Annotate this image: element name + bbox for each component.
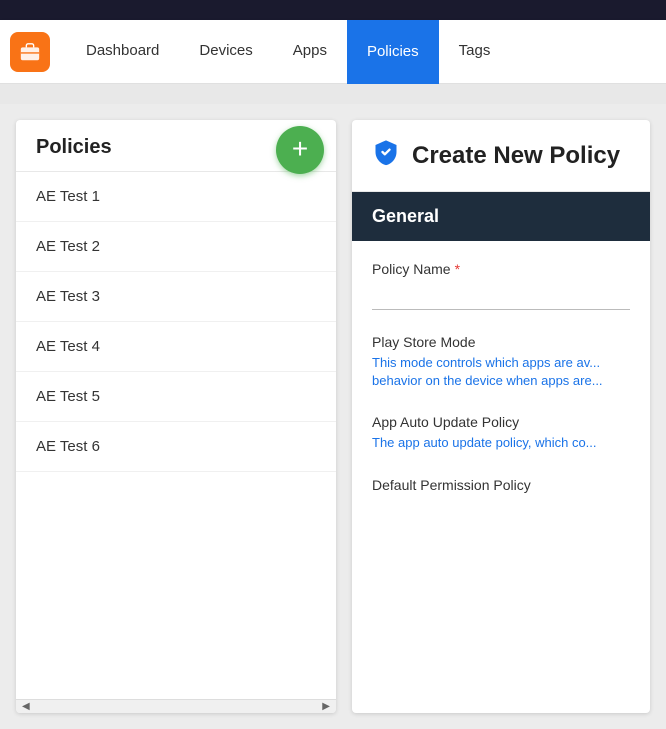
- policy-name-input[interactable]: [372, 281, 630, 310]
- horizontal-scrollbar[interactable]: ◀ ▶: [16, 699, 336, 713]
- nav-bar: Dashboard Devices Apps Policies Tags: [0, 20, 666, 84]
- policy-name-label: Policy Name *: [372, 261, 630, 277]
- policy-item-ae-test-4[interactable]: AE Test 4: [16, 322, 336, 372]
- nav-links: Dashboard Devices Apps Policies Tags: [66, 20, 510, 83]
- play-store-mode-label: Play Store Mode: [372, 334, 630, 350]
- policy-item-ae-test-1[interactable]: AE Test 1: [16, 172, 336, 222]
- general-section-header: General: [352, 192, 650, 241]
- policies-title: Policies: [36, 136, 112, 159]
- policies-panel: Policies + AE Test 1 AE Test 2 AE Test 3…: [16, 120, 336, 713]
- shield-icon: [372, 138, 400, 173]
- scroll-left-arrow[interactable]: ◀: [22, 701, 30, 712]
- policies-header: Policies +: [16, 120, 336, 172]
- plus-icon: +: [292, 135, 308, 163]
- nav-policies[interactable]: Policies: [347, 20, 439, 84]
- default-permission-field: Default Permission Policy: [372, 477, 630, 493]
- policy-item-ae-test-6[interactable]: AE Test 6: [16, 422, 336, 472]
- default-permission-label: Default Permission Policy: [372, 477, 630, 493]
- play-store-mode-description: This mode controls which apps are av...b…: [372, 354, 630, 390]
- sub-header: [0, 84, 666, 104]
- policy-name-field: Policy Name *: [372, 261, 630, 310]
- add-policy-button[interactable]: +: [276, 126, 324, 174]
- policy-item-ae-test-2[interactable]: AE Test 2: [16, 222, 336, 272]
- create-policy-panel: Create New Policy General Policy Name * …: [352, 120, 650, 713]
- nav-devices[interactable]: Devices: [179, 20, 272, 84]
- nav-dashboard[interactable]: Dashboard: [66, 20, 179, 84]
- policy-item-ae-test-5[interactable]: AE Test 5: [16, 372, 336, 422]
- scroll-right-arrow[interactable]: ▶: [322, 701, 330, 712]
- policy-item-ae-test-3[interactable]: AE Test 3: [16, 272, 336, 322]
- nav-logo[interactable]: [10, 32, 50, 72]
- app-auto-update-description: The app auto update policy, which co...: [372, 434, 630, 452]
- form-content: Policy Name * Play Store Mode This mode …: [352, 241, 650, 713]
- create-policy-header: Create New Policy: [352, 120, 650, 192]
- required-star: *: [455, 261, 460, 277]
- briefcase-icon: [19, 41, 41, 63]
- top-bar: [0, 0, 666, 20]
- app-auto-update-field: App Auto Update Policy The app auto upda…: [372, 414, 630, 452]
- app-auto-update-label: App Auto Update Policy: [372, 414, 630, 430]
- nav-tags[interactable]: Tags: [439, 20, 511, 84]
- play-store-mode-field: Play Store Mode This mode controls which…: [372, 334, 630, 390]
- policies-list: AE Test 1 AE Test 2 AE Test 3 AE Test 4 …: [16, 172, 336, 699]
- nav-apps[interactable]: Apps: [273, 20, 347, 84]
- main-content: Policies + AE Test 1 AE Test 2 AE Test 3…: [0, 104, 666, 729]
- create-policy-title: Create New Policy: [412, 142, 620, 170]
